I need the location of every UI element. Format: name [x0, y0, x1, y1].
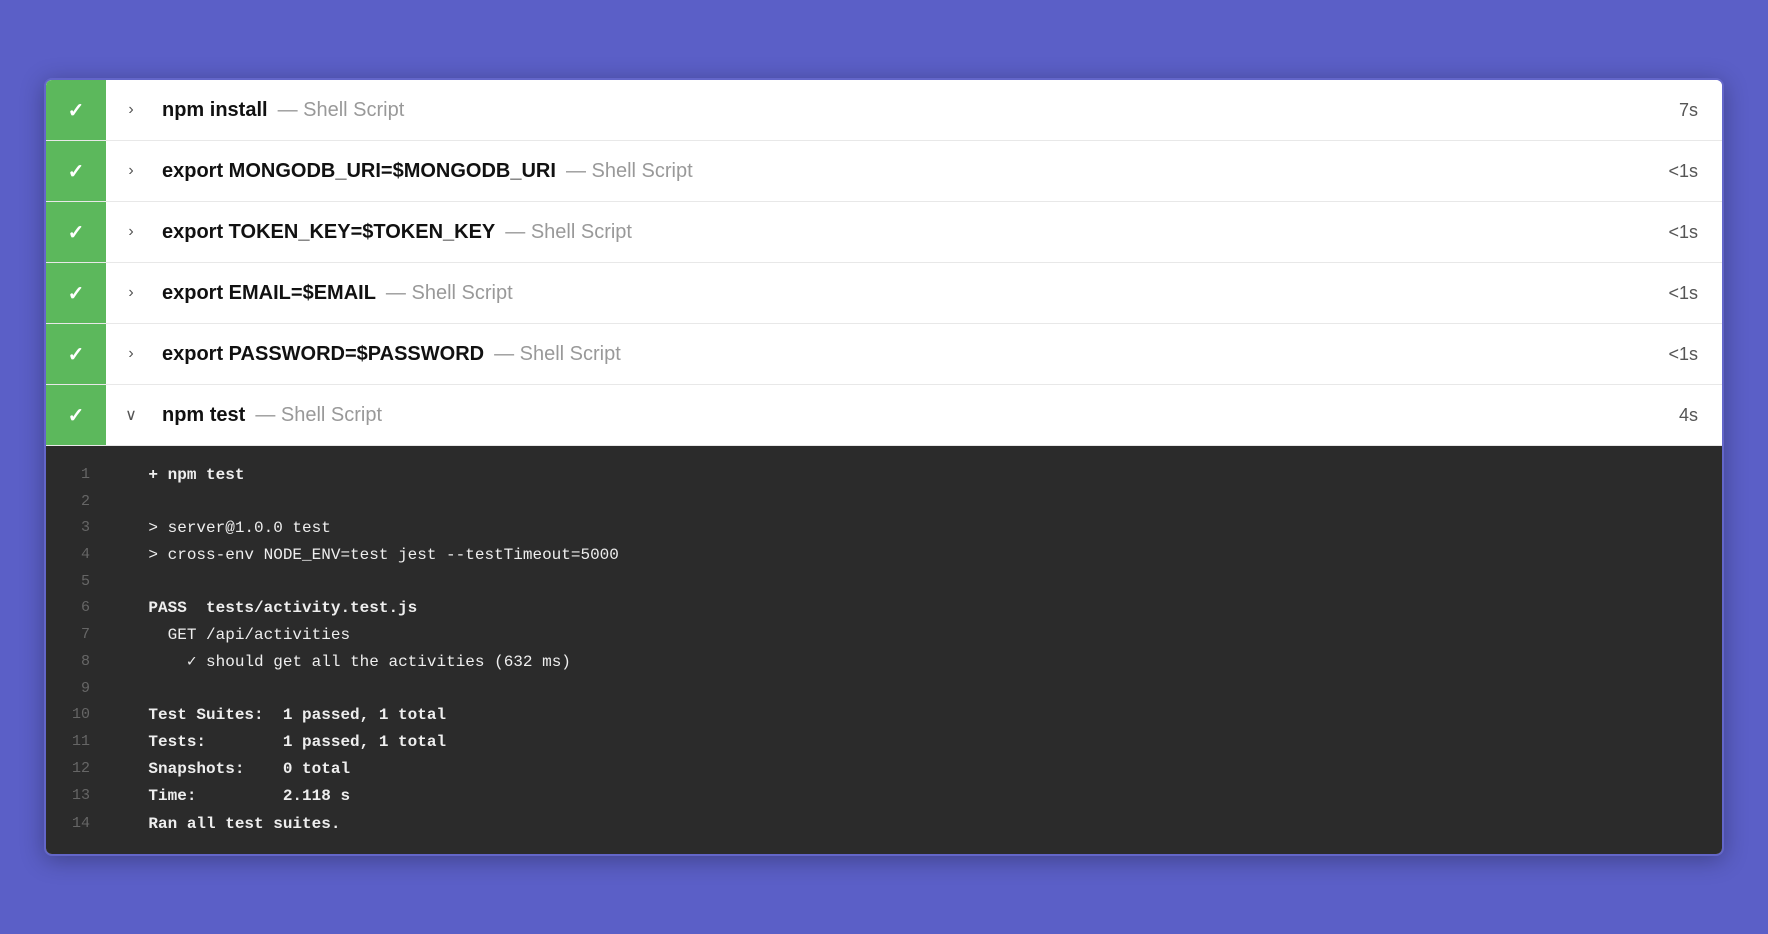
- log-line-content-4: > cross-env NODE_ENV=test jest --testTim…: [110, 542, 1706, 569]
- log-line-number-2: 2: [62, 489, 110, 515]
- log-line-number-14: 14: [62, 811, 110, 837]
- step-check-6: ✓: [46, 385, 106, 445]
- step-name-6: npm test: [162, 404, 245, 427]
- log-line-3: 3 > server@1.0.0 test: [46, 515, 1722, 542]
- step-row-4[interactable]: ✓ › export EMAIL=$EMAIL — Shell Script <…: [46, 263, 1722, 324]
- log-line-number-11: 11: [62, 729, 110, 755]
- step-check-1: ✓: [46, 80, 106, 140]
- log-line-number-6: 6: [62, 595, 110, 621]
- log-line-2: 2: [46, 489, 1722, 515]
- log-line-content-7: GET /api/activities: [110, 622, 1706, 649]
- step-name-4: export EMAIL=$EMAIL: [162, 282, 376, 305]
- step-duration-4: <1s: [1644, 283, 1722, 304]
- log-line-content-3: > server@1.0.0 test: [110, 515, 1706, 542]
- step-label-2: export MONGODB_URI=$MONGODB_URI — Shell …: [146, 160, 1644, 183]
- chevron-icon-6: ∨: [106, 405, 146, 425]
- log-line-11: 11 Tests: 1 passed, 1 total: [46, 729, 1722, 756]
- chevron-icon-2: ›: [106, 162, 146, 180]
- step-label-5: export PASSWORD=$PASSWORD — Shell Script: [146, 343, 1644, 366]
- step-row-3[interactable]: ✓ › export TOKEN_KEY=$TOKEN_KEY — Shell …: [46, 202, 1722, 263]
- chevron-icon-1: ›: [106, 101, 146, 119]
- step-duration-5: <1s: [1644, 344, 1722, 365]
- log-line-number-8: 8: [62, 649, 110, 675]
- log-line-number-10: 10: [62, 702, 110, 728]
- log-line-4: 4 > cross-env NODE_ENV=test jest --testT…: [46, 542, 1722, 569]
- chevron-icon-5: ›: [106, 345, 146, 363]
- step-type-5: — Shell Script: [494, 343, 621, 366]
- step-check-3: ✓: [46, 202, 106, 262]
- step-check-4: ✓: [46, 263, 106, 323]
- step-row-2[interactable]: ✓ › export MONGODB_URI=$MONGODB_URI — Sh…: [46, 141, 1722, 202]
- log-line-number-13: 13: [62, 783, 110, 809]
- log-line-13: 13 Time: 2.118 s: [46, 783, 1722, 810]
- log-line-number-9: 9: [62, 676, 110, 702]
- step-type-4: — Shell Script: [386, 282, 513, 305]
- step-check-5: ✓: [46, 324, 106, 384]
- log-line-content-14: Ran all test suites.: [110, 811, 1706, 838]
- log-line-7: 7 GET /api/activities: [46, 622, 1722, 649]
- log-line-content-13: Time: 2.118 s: [110, 783, 1706, 810]
- log-line-1: 1 + npm test: [46, 462, 1722, 489]
- log-line-number-7: 7: [62, 622, 110, 648]
- chevron-icon-3: ›: [106, 223, 146, 241]
- step-label-3: export TOKEN_KEY=$TOKEN_KEY — Shell Scri…: [146, 221, 1644, 244]
- log-line-content-8: ✓ should get all the activities (632 ms): [110, 649, 1706, 676]
- log-line-content-10: Test Suites: 1 passed, 1 total: [110, 702, 1706, 729]
- step-row-5[interactable]: ✓ › export PASSWORD=$PASSWORD — Shell Sc…: [46, 324, 1722, 385]
- log-line-8: 8 ✓ should get all the activities (632 m…: [46, 649, 1722, 676]
- log-line-number-3: 3: [62, 515, 110, 541]
- step-name-5: export PASSWORD=$PASSWORD: [162, 343, 484, 366]
- step-duration-2: <1s: [1644, 161, 1722, 182]
- step-duration-6: 4s: [1655, 405, 1722, 426]
- step-label-1: npm install — Shell Script: [146, 99, 1655, 122]
- log-line-content-11: Tests: 1 passed, 1 total: [110, 729, 1706, 756]
- chevron-icon-4: ›: [106, 284, 146, 302]
- step-name-2: export MONGODB_URI=$MONGODB_URI: [162, 160, 556, 183]
- log-line-number-12: 12: [62, 756, 110, 782]
- log-output: 1 + npm test 2 3 > server@1.0.0 test 4 >…: [46, 446, 1722, 854]
- log-line-content-1: + npm test: [110, 462, 1706, 489]
- step-name-1: npm install: [162, 99, 268, 122]
- log-line-number-1: 1: [62, 462, 110, 488]
- step-duration-3: <1s: [1644, 222, 1722, 243]
- ci-pipeline-container: ✓ › npm install — Shell Script 7s ✓ › ex…: [44, 78, 1724, 856]
- log-line-6: 6 PASS tests/activity.test.js: [46, 595, 1722, 622]
- step-name-3: export TOKEN_KEY=$TOKEN_KEY: [162, 221, 495, 244]
- step-type-2: — Shell Script: [566, 160, 693, 183]
- log-line-number-5: 5: [62, 569, 110, 595]
- step-label-4: export EMAIL=$EMAIL — Shell Script: [146, 282, 1644, 305]
- log-line-10: 10 Test Suites: 1 passed, 1 total: [46, 702, 1722, 729]
- step-label-6: npm test — Shell Script: [146, 404, 1655, 427]
- step-duration-1: 7s: [1655, 100, 1722, 121]
- log-line-9: 9: [46, 676, 1722, 702]
- log-line-content-6: PASS tests/activity.test.js: [110, 595, 1706, 622]
- step-row-1[interactable]: ✓ › npm install — Shell Script 7s: [46, 80, 1722, 141]
- step-type-6: — Shell Script: [255, 404, 382, 427]
- step-row-6[interactable]: ✓ ∨ npm test — Shell Script 4s: [46, 385, 1722, 446]
- step-check-2: ✓: [46, 141, 106, 201]
- step-type-3: — Shell Script: [505, 221, 632, 244]
- step-type-1: — Shell Script: [278, 99, 405, 122]
- log-line-content-12: Snapshots: 0 total: [110, 756, 1706, 783]
- log-line-number-4: 4: [62, 542, 110, 568]
- log-line-14: 14 Ran all test suites.: [46, 811, 1722, 838]
- log-line-12: 12 Snapshots: 0 total: [46, 756, 1722, 783]
- log-line-5: 5: [46, 569, 1722, 595]
